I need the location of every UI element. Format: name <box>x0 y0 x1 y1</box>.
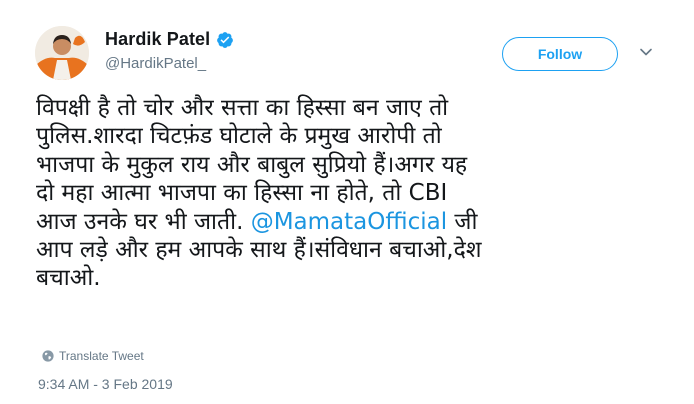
tweet-card: Hardik Patel @HardikPatel_ Follow विपक्ष… <box>0 0 694 404</box>
avatar-image <box>35 26 89 80</box>
tweet-line: पुलिस.शारदा चिटफ़ंड घोटाले के प्रमुख आरो… <box>36 123 442 150</box>
user-name-row: Hardik Patel <box>105 29 234 50</box>
tweet-text-fragment: आज उनके घर भी जाती. <box>36 208 251 235</box>
tweet-line-with-mention: आज उनके घर भी जाती. @MamataOfficial जी <box>36 208 656 236</box>
globe-icon <box>42 350 54 362</box>
translate-tweet-link[interactable]: Translate Tweet <box>42 349 144 363</box>
tweet-line: आप लड़े और हम आपके साथ हैं।संविधान बचाओ,… <box>36 237 482 264</box>
chevron-down-icon[interactable] <box>638 44 654 60</box>
display-name[interactable]: Hardik Patel <box>105 29 210 50</box>
tweet-line: दो महा आत्मा भाजपा का हिस्सा ना होते, तो… <box>36 180 448 207</box>
tweet-text: विपक्षी है तो चोर और सत्ता का हिस्सा बन … <box>36 94 656 293</box>
verified-badge-icon <box>217 31 234 48</box>
mention-link[interactable]: @MamataOfficial <box>251 209 447 235</box>
follow-button[interactable]: Follow <box>502 37 618 71</box>
translate-label: Translate Tweet <box>59 349 144 363</box>
avatar[interactable] <box>35 26 89 80</box>
tweet-timestamp[interactable]: 9:34 AM - 3 Feb 2019 <box>38 376 173 392</box>
user-handle[interactable]: @HardikPatel_ <box>105 55 206 72</box>
tweet-line: भाजपा के मुकुल राय और बाबुल सुप्रियो हैं… <box>36 151 468 178</box>
tweet-text-fragment: जी <box>447 208 478 235</box>
tweet-line: विपक्षी है तो चोर और सत्ता का हिस्सा बन … <box>36 95 449 121</box>
tweet-line: बचाओ. <box>36 265 101 292</box>
